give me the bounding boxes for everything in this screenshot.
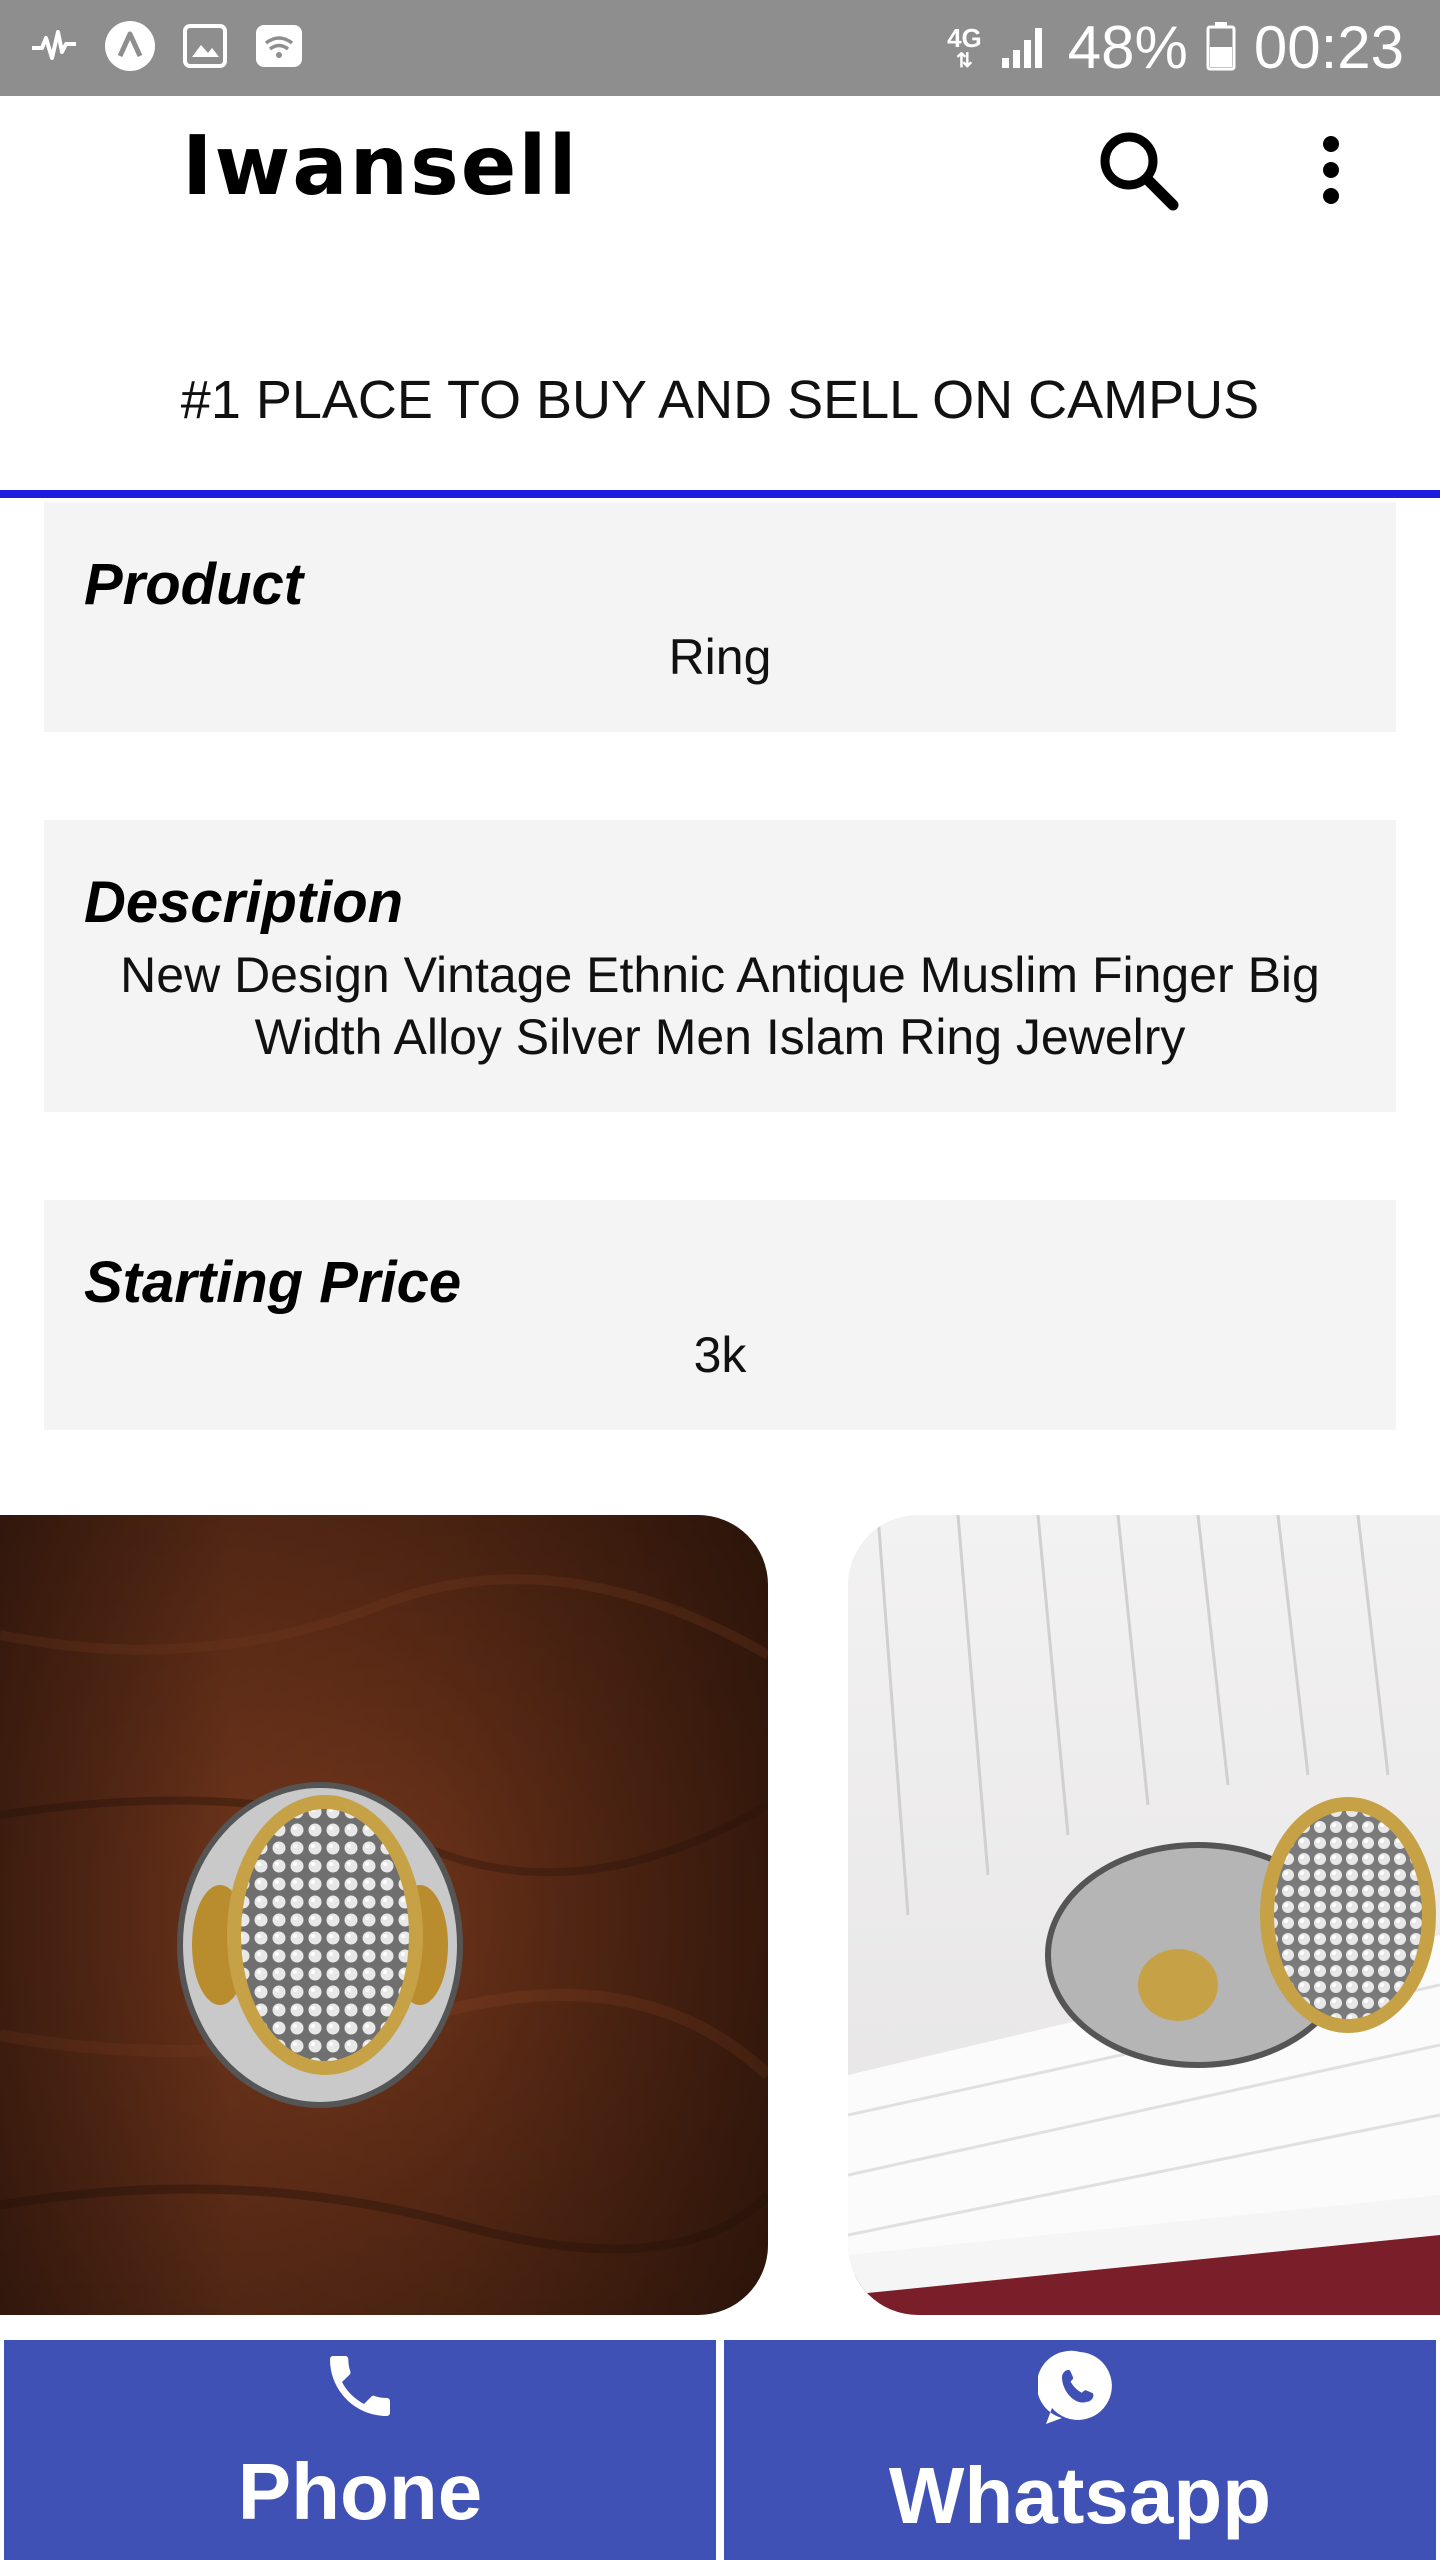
status-left-icons [30, 20, 304, 77]
app-icon [104, 20, 156, 77]
phone-label: Phone [237, 2447, 483, 2536]
battery-icon [1206, 21, 1236, 76]
battery-percent: 48% [1067, 14, 1188, 81]
image-icon [182, 23, 228, 74]
app-bar: Iwansell [0, 96, 1440, 244]
phone-button[interactable]: Phone [4, 2340, 716, 2560]
description-value: New Design Vintage Ethnic Antique Muslim… [120, 947, 1320, 1065]
phone-icon [320, 2346, 400, 2431]
search-button[interactable] [1090, 124, 1186, 220]
price-value: 3k [693, 1327, 747, 1383]
status-right-indicators: 4G ⇅ 48% 00:23 [947, 18, 1404, 78]
whatsapp-label: Whatsapp [888, 2451, 1272, 2540]
product-card: Product Ring [44, 502, 1396, 732]
description-card: Description New Design Vintage Ethnic An… [44, 820, 1396, 1112]
product-value: Ring [668, 629, 772, 685]
price-label: Starting Price [84, 1250, 462, 1315]
ring-on-notebook-photo[interactable] [848, 1515, 1440, 2315]
signal-icon [1000, 22, 1050, 75]
data-arrows-icon: ⇅ [956, 50, 973, 72]
more-options-button[interactable] [1286, 124, 1376, 220]
ring-on-wood-photo[interactable] [0, 1515, 768, 2315]
app-title: Iwansell [182, 119, 579, 214]
whatsapp-icon [1036, 2346, 1122, 2435]
pulse-icon [30, 26, 78, 71]
accent-divider [0, 490, 1440, 498]
search-icon [1093, 125, 1183, 220]
product-label: Product [84, 552, 304, 617]
network-type: 4G ⇅ [947, 23, 982, 72]
wifi-icon [254, 23, 304, 74]
whatsapp-button[interactable]: Whatsapp [724, 2340, 1436, 2560]
tagline: #1 PLACE TO BUY AND SELL ON CAMPUS [180, 370, 1260, 430]
clock: 00:23 [1253, 14, 1404, 81]
status-bar: 4G ⇅ 48% 00:23 [0, 0, 1440, 96]
more-vert-icon [1316, 130, 1346, 215]
description-label: Description [84, 870, 404, 935]
price-card: Starting Price 3k [44, 1200, 1396, 1430]
